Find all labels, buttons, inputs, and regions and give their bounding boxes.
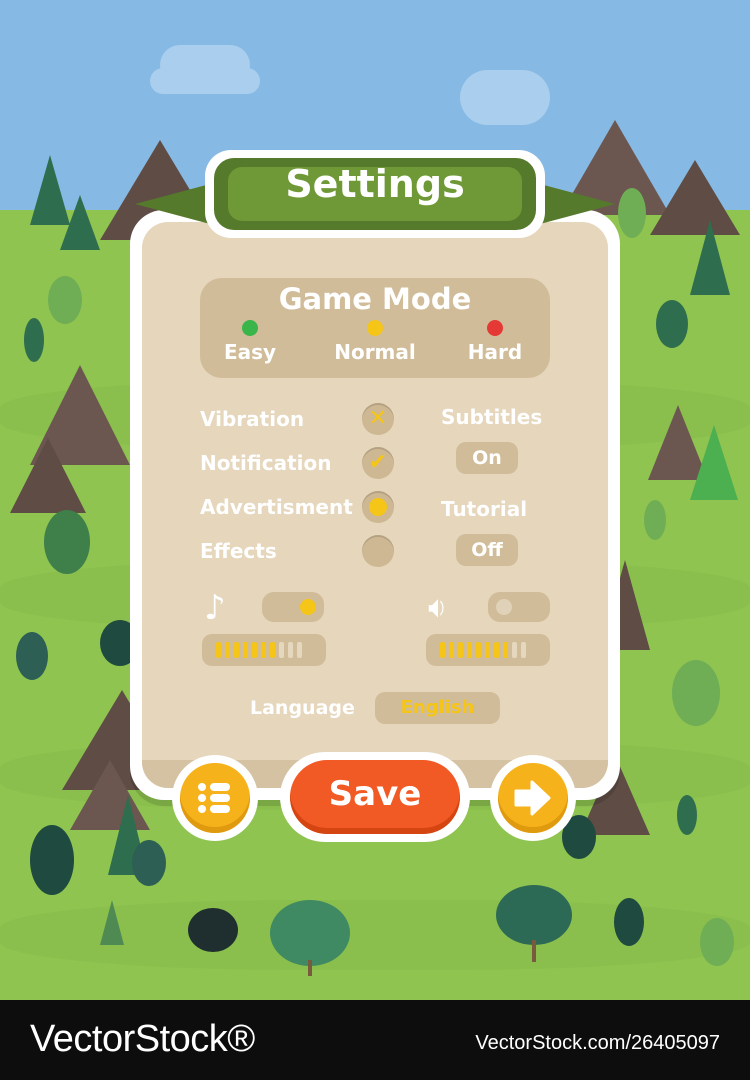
option-label-advertisment: Advertisment [200,495,353,519]
volume-level-segment [476,642,481,658]
advertisment-checkbox[interactable] [362,491,394,523]
watermark-logo: VectorStock® [30,1018,255,1060]
option-label-subtitles: Subtitles [441,405,543,429]
round-tree [16,632,48,680]
pine-tree [690,220,730,295]
option-label-notification: Notification [200,451,332,475]
speaker-icon: 🔉︎ [428,590,447,625]
arrow-right-icon [514,780,551,816]
volume-level-segment [243,642,248,658]
menu-list-icon [198,783,230,813]
menu-button[interactable] [180,763,250,833]
selected-dot-icon [369,498,387,516]
music-toggle[interactable] [262,592,324,622]
volume-level-segment [512,642,517,658]
volume-level-segment [440,642,445,658]
sound-volume-slider[interactable] [426,634,550,666]
tree-trunk [308,960,312,976]
x-mark-icon: ✕ [368,406,388,431]
sound-toggle[interactable] [488,592,550,622]
volume-level-segment [521,642,526,658]
round-tree [270,900,350,966]
normal-dot-icon[interactable] [367,320,383,336]
cloud [150,68,260,94]
music-note-icon: ♪ [204,588,226,628]
volume-level-segment [458,642,463,658]
game-mode-title: Game Mode [278,282,472,316]
volume-level-segment [288,642,293,658]
round-tree [188,908,238,952]
round-tree [132,840,166,886]
mode-option-hard[interactable]: Hard [440,340,550,364]
round-tree [618,188,646,238]
volume-level-segment [234,642,239,658]
round-tree [700,918,734,966]
round-tree [496,885,572,945]
watermark-id: VectorStock.com/26405097 [475,1032,720,1054]
tutorial-toggle-button[interactable]: Off [456,534,518,566]
pine-tree [690,425,738,500]
page-title: Settings [285,162,465,206]
cloud [460,70,550,125]
volume-level-segment [225,642,230,658]
volume-level-segment [270,642,275,658]
save-button-label[interactable]: Save [290,774,460,814]
pine-tree [60,195,100,250]
volume-level-segment [279,642,284,658]
volume-level-segment [261,642,266,658]
tree-trunk [532,940,536,962]
round-tree [48,276,82,324]
mode-option-normal[interactable]: Normal [320,340,430,364]
easy-dot-icon[interactable] [242,320,258,336]
sound-toggle-knob [496,599,512,615]
checkmark-icon: ✔ [368,450,388,475]
notification-checkbox[interactable]: ✔ [362,447,394,479]
round-tree [677,795,697,835]
volume-level-segment [449,642,454,658]
round-tree [672,660,720,726]
round-tree [656,300,688,348]
watermark-bar: VectorStock® VectorStock.com/26405097 [0,1000,750,1080]
volume-level-segment [503,642,508,658]
round-tree [614,898,644,946]
volume-level-segment [494,642,499,658]
round-tree [24,318,44,362]
option-label-tutorial: Tutorial [441,497,528,521]
volume-level-segment [216,642,221,658]
music-volume-slider[interactable] [202,634,326,666]
subtitles-toggle-button[interactable]: On [456,442,518,474]
volume-level-segment [252,642,257,658]
pine-tree [100,900,124,945]
language-label: Language [250,697,355,719]
language-select[interactable]: English [375,692,500,724]
round-tree [44,510,90,574]
mountain [10,438,86,513]
effects-checkbox[interactable] [362,535,394,567]
hard-dot-icon[interactable] [487,320,503,336]
next-button[interactable] [498,763,568,833]
vibration-checkbox[interactable]: ✕ [362,403,394,435]
music-toggle-knob [300,599,316,615]
volume-level-segment [467,642,472,658]
option-label-vibration: Vibration [200,407,305,431]
round-tree [644,500,666,540]
option-label-effects: Effects [200,539,277,563]
volume-level-segment [485,642,490,658]
game-screen: Settings Game Mode Easy Normal Hard Vibr… [0,0,750,1080]
volume-level-segment [297,642,302,658]
mode-option-easy[interactable]: Easy [195,340,305,364]
round-tree [30,825,74,895]
